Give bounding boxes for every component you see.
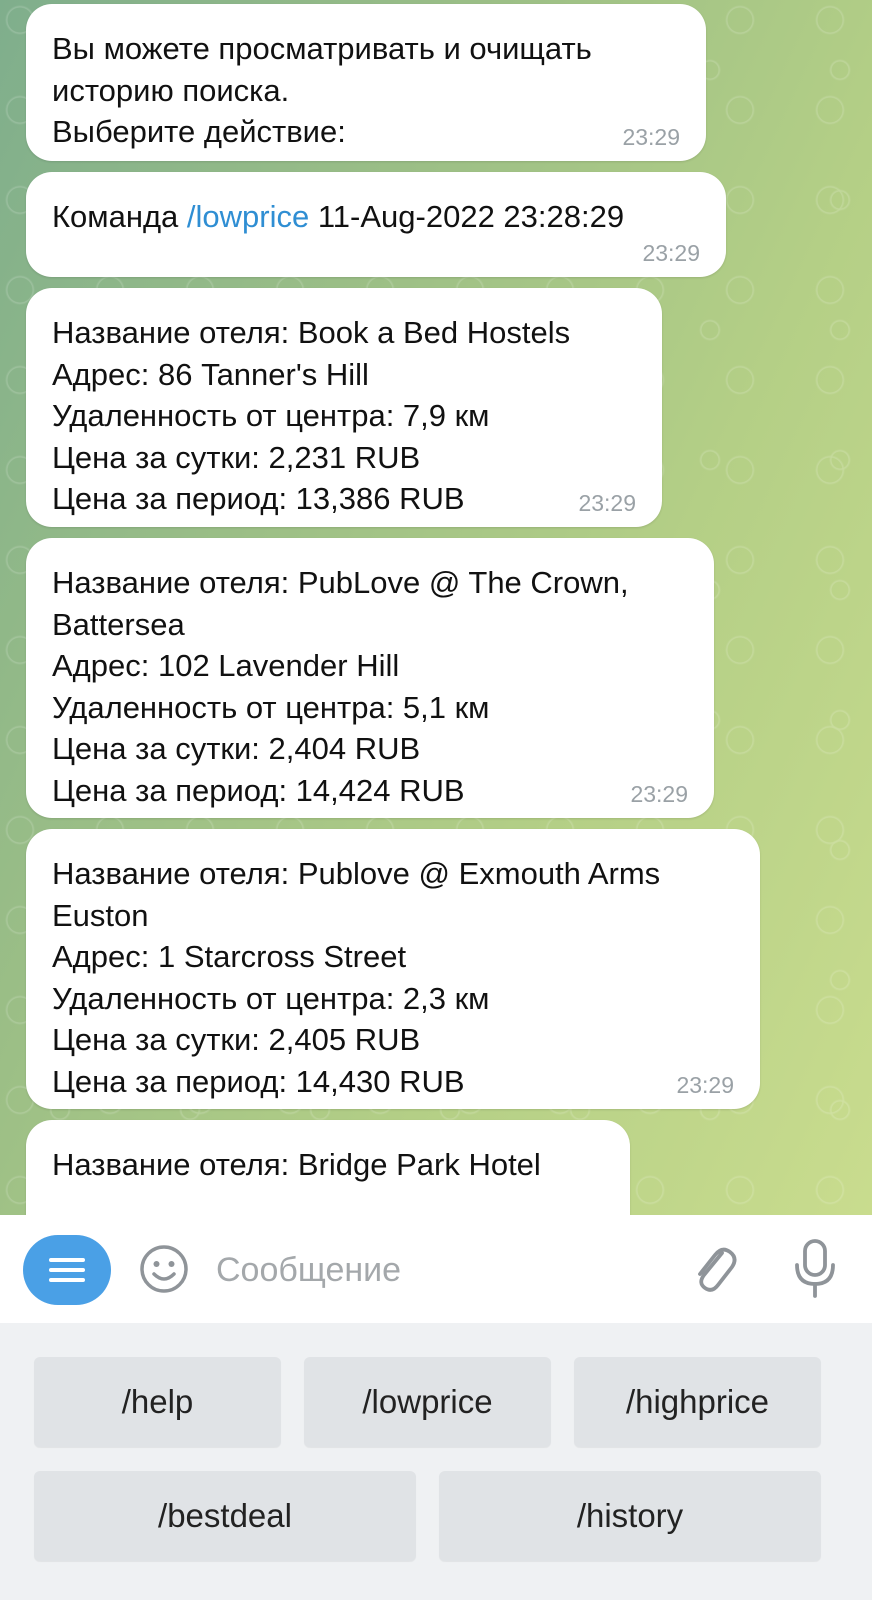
chat-area[interactable]: Вы можете просматривать и очищать истори…	[0, 0, 872, 1215]
message-text: Название отеля: Book a Bed Hostels Адрес…	[52, 315, 571, 516]
message-bubble[interactable]: Команда /lowprice 11-Aug-2022 23:28:29 2…	[26, 172, 726, 277]
message-suffix: 11-Aug-2022 23:28:29	[309, 199, 625, 234]
message-bubble[interactable]: Название отеля: Book a Bed Hostels Адрес…	[26, 288, 662, 527]
message-text: Вы можете просматривать и очищать истори…	[52, 31, 592, 149]
bot-keyboard: /help /lowprice /highprice /bestdeal /hi…	[0, 1323, 872, 1600]
message-bubble[interactable]: Название отеля: PubLove @ The Crown, Bat…	[26, 538, 714, 818]
message-time: 23:29	[676, 1072, 734, 1098]
message-bubble[interactable]: Вы можете просматривать и очищать истори…	[26, 4, 706, 161]
message-time: 23:29	[622, 124, 680, 150]
paperclip-icon[interactable]	[688, 1239, 738, 1299]
menu-icon	[49, 1258, 85, 1282]
message-time: 23:29	[630, 781, 688, 807]
microphone-icon[interactable]	[790, 1237, 840, 1301]
keyboard-button-highprice[interactable]: /highprice	[574, 1357, 821, 1447]
smiley-icon[interactable]	[138, 1243, 190, 1295]
keyboard-button-bestdeal[interactable]: /bestdeal	[34, 1471, 416, 1561]
message-bubble[interactable]: Название отеля: Bridge Park Hotel	[26, 1120, 630, 1215]
message-time: 23:29	[578, 490, 636, 516]
keyboard-button-help[interactable]: /help	[34, 1357, 281, 1447]
keyboard-button-history[interactable]: /history	[439, 1471, 821, 1561]
message-text: Название отеля: PubLove @ The Crown, Bat…	[52, 565, 629, 808]
message-text: Название отеля: Bridge Park Hotel	[52, 1147, 541, 1182]
message-text: Название отеля: Publove @ Exmouth Arms E…	[52, 856, 661, 1099]
bot-menu-button[interactable]	[23, 1235, 111, 1305]
command-link[interactable]: /lowprice	[187, 199, 309, 234]
message-composer	[0, 1215, 872, 1323]
message-bubble[interactable]: Название отеля: Publove @ Exmouth Arms E…	[26, 829, 760, 1109]
message-text: Команда /lowprice 11-Aug-2022 23:28:29	[52, 196, 698, 238]
message-input[interactable]	[214, 1243, 658, 1297]
message-prefix: Команда	[52, 199, 187, 234]
keyboard-button-lowprice[interactable]: /lowprice	[304, 1357, 551, 1447]
message-time: 23:29	[642, 240, 700, 266]
